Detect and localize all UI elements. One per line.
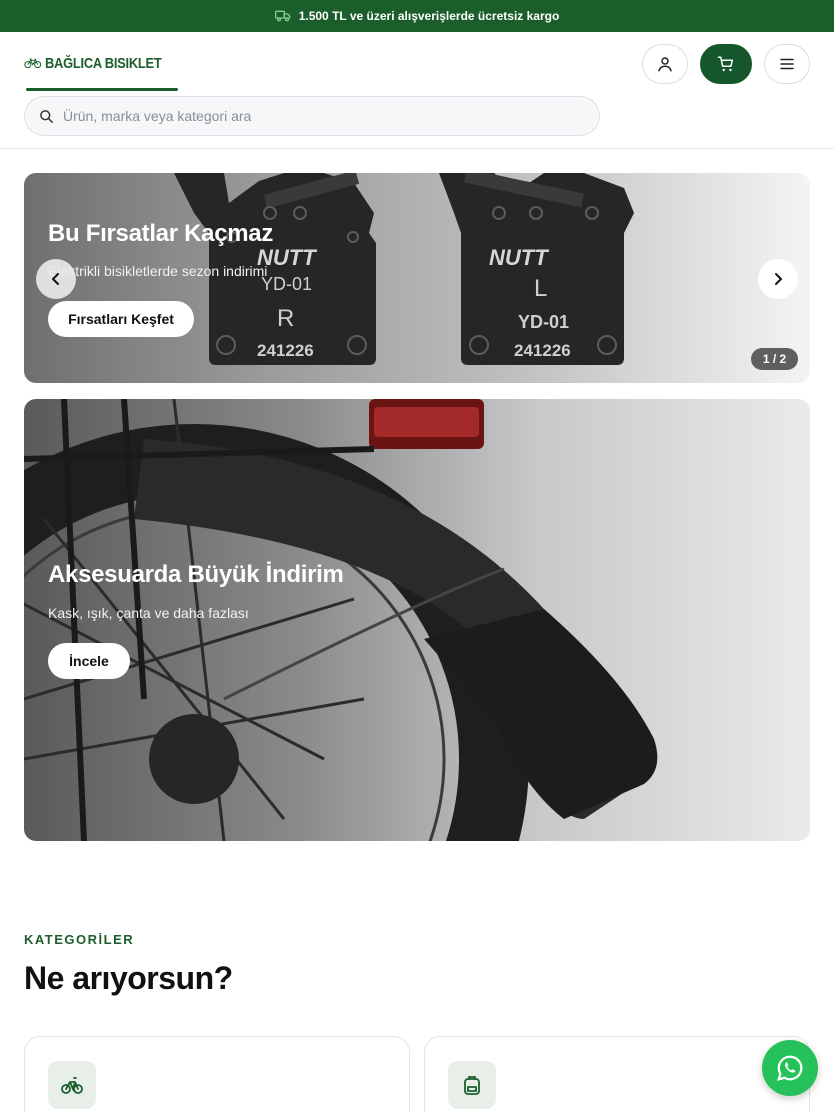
logo-text: BAĞLICA BISIKLET — [44, 54, 162, 72]
slide-counter: 1 / 2 — [751, 348, 798, 370]
promo-bar: 1.500 TL ve üzeri alışverişlerde ücretsi… — [0, 0, 834, 32]
slide-1-subtitle: Elektrikli bisikletlerde sezon indirimi — [48, 263, 268, 279]
logo-underline — [26, 88, 178, 91]
right-pad-code: 241226 — [514, 341, 571, 360]
menu-button[interactable] — [764, 44, 810, 84]
left-pad-model: YD-01 — [261, 274, 312, 294]
backpack-icon — [464, 1076, 480, 1095]
slider-next-button[interactable] — [758, 259, 798, 299]
category-card[interactable] — [424, 1036, 810, 1112]
bicycle-logo-icon — [24, 58, 42, 69]
left-pad-code: 241226 — [257, 341, 314, 360]
account-button[interactable] — [642, 44, 688, 84]
slide-2-subtitle: Kask, ışık, çanta ve daha fazlası — [48, 605, 249, 621]
category-card[interactable] — [24, 1036, 410, 1112]
hero-slide-1[interactable]: NUTT YD-01 R 241226 NUTT L YD-01 241226 … — [24, 173, 810, 383]
right-pad-side: L — [534, 275, 547, 302]
bicycle-icon — [61, 1077, 83, 1094]
search-icon — [40, 109, 53, 123]
whatsapp-icon — [777, 1055, 803, 1081]
site-header: BAĞLICA BISIKLET — [0, 32, 834, 149]
search-bar[interactable] — [24, 96, 600, 136]
menu-icon — [780, 58, 794, 70]
slide-1-cta-button[interactable]: Fırsatları Keşfet — [48, 301, 194, 337]
cart-button[interactable] — [700, 44, 752, 84]
slide-2-title: Aksesuarda Büyük İndirim — [48, 561, 344, 588]
slide-1-title: Bu Fırsatlar Kaçmaz — [48, 220, 274, 247]
right-pad-model: YD-01 — [518, 312, 569, 332]
promo-text: 1.500 TL ve üzeri alışverişlerde ücretsi… — [298, 9, 560, 23]
categories-heading: Ne arıyorsun? — [24, 960, 233, 996]
right-pad-brand: NUTT — [489, 245, 549, 270]
category-icon-wrap — [48, 1061, 96, 1109]
left-pad-side: R — [277, 305, 294, 332]
category-icon-wrap — [448, 1061, 496, 1109]
chevron-left-icon — [52, 273, 59, 285]
search-input[interactable] — [63, 108, 563, 124]
slide-2-cta-button[interactable]: İncele — [48, 643, 130, 679]
whatsapp-button[interactable] — [762, 1040, 818, 1096]
slider-prev-button[interactable] — [36, 259, 76, 299]
chevron-right-icon — [775, 273, 782, 285]
hero-slide-2[interactable]: Aksesuarda Büyük İndirim Kask, ışık, çan… — [24, 399, 810, 841]
categories-eyebrow: KATEGORİLER — [24, 932, 135, 947]
site-logo[interactable]: BAĞLICA BISIKLET — [24, 48, 180, 91]
cart-icon — [717, 56, 734, 72]
user-icon — [658, 57, 672, 72]
truck-icon — [274, 10, 291, 22]
